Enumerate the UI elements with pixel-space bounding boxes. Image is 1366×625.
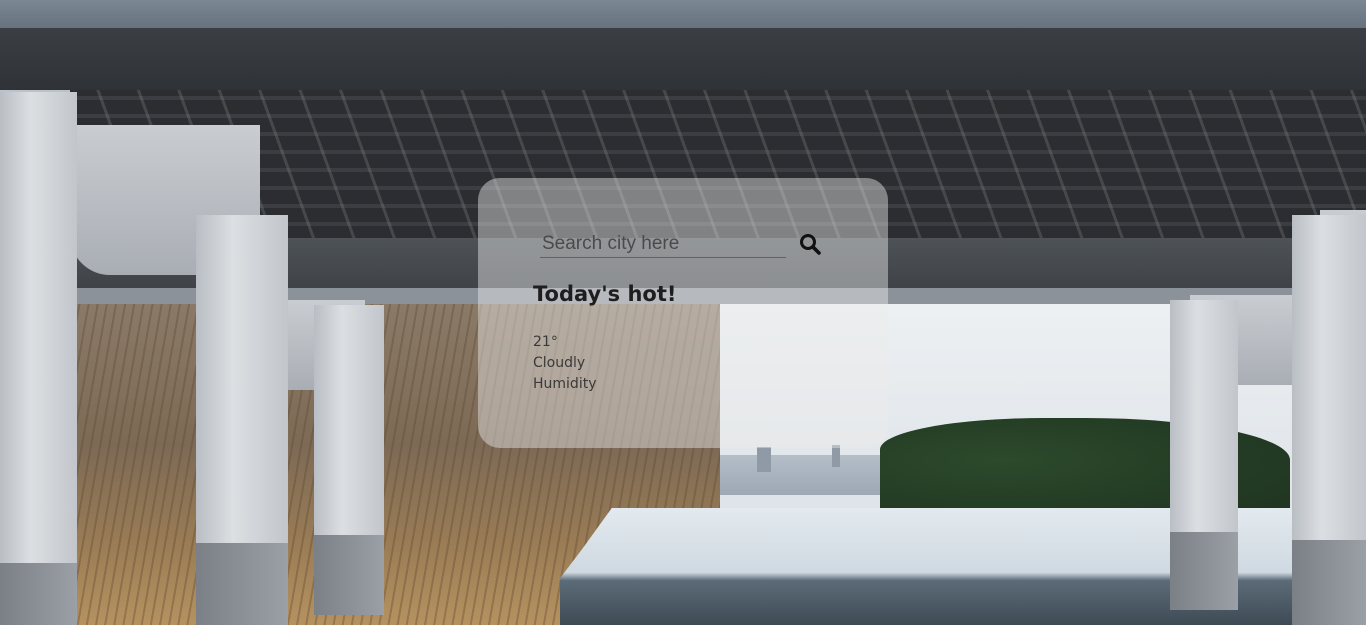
city-skyline: [700, 455, 890, 495]
bridge-pillar: [196, 215, 288, 625]
temperature-value: 21°: [533, 334, 558, 350]
weather-headline: Today's hot!: [533, 282, 677, 306]
weather-card: Today's hot! 21° Cloudly Humidity: [478, 178, 888, 448]
search-input[interactable]: [540, 230, 786, 258]
humidity-label: Humidity: [533, 376, 597, 392]
bridge-pillar: [1170, 300, 1238, 610]
search-icon[interactable]: [798, 232, 824, 258]
skyline-tower: [757, 447, 771, 472]
bridge-pillar: [0, 92, 77, 625]
weather-condition: Cloudly: [533, 355, 586, 371]
bridge-deck-face: [0, 28, 1366, 90]
search-bar: [540, 230, 822, 260]
weather-details: 21° Cloudly Humidity: [533, 332, 596, 395]
bridge-deck-edge: [0, 0, 1366, 28]
bridge-pillar: [1292, 215, 1366, 625]
bridge-pillar: [314, 305, 384, 615]
skyline-tower: [832, 445, 840, 467]
